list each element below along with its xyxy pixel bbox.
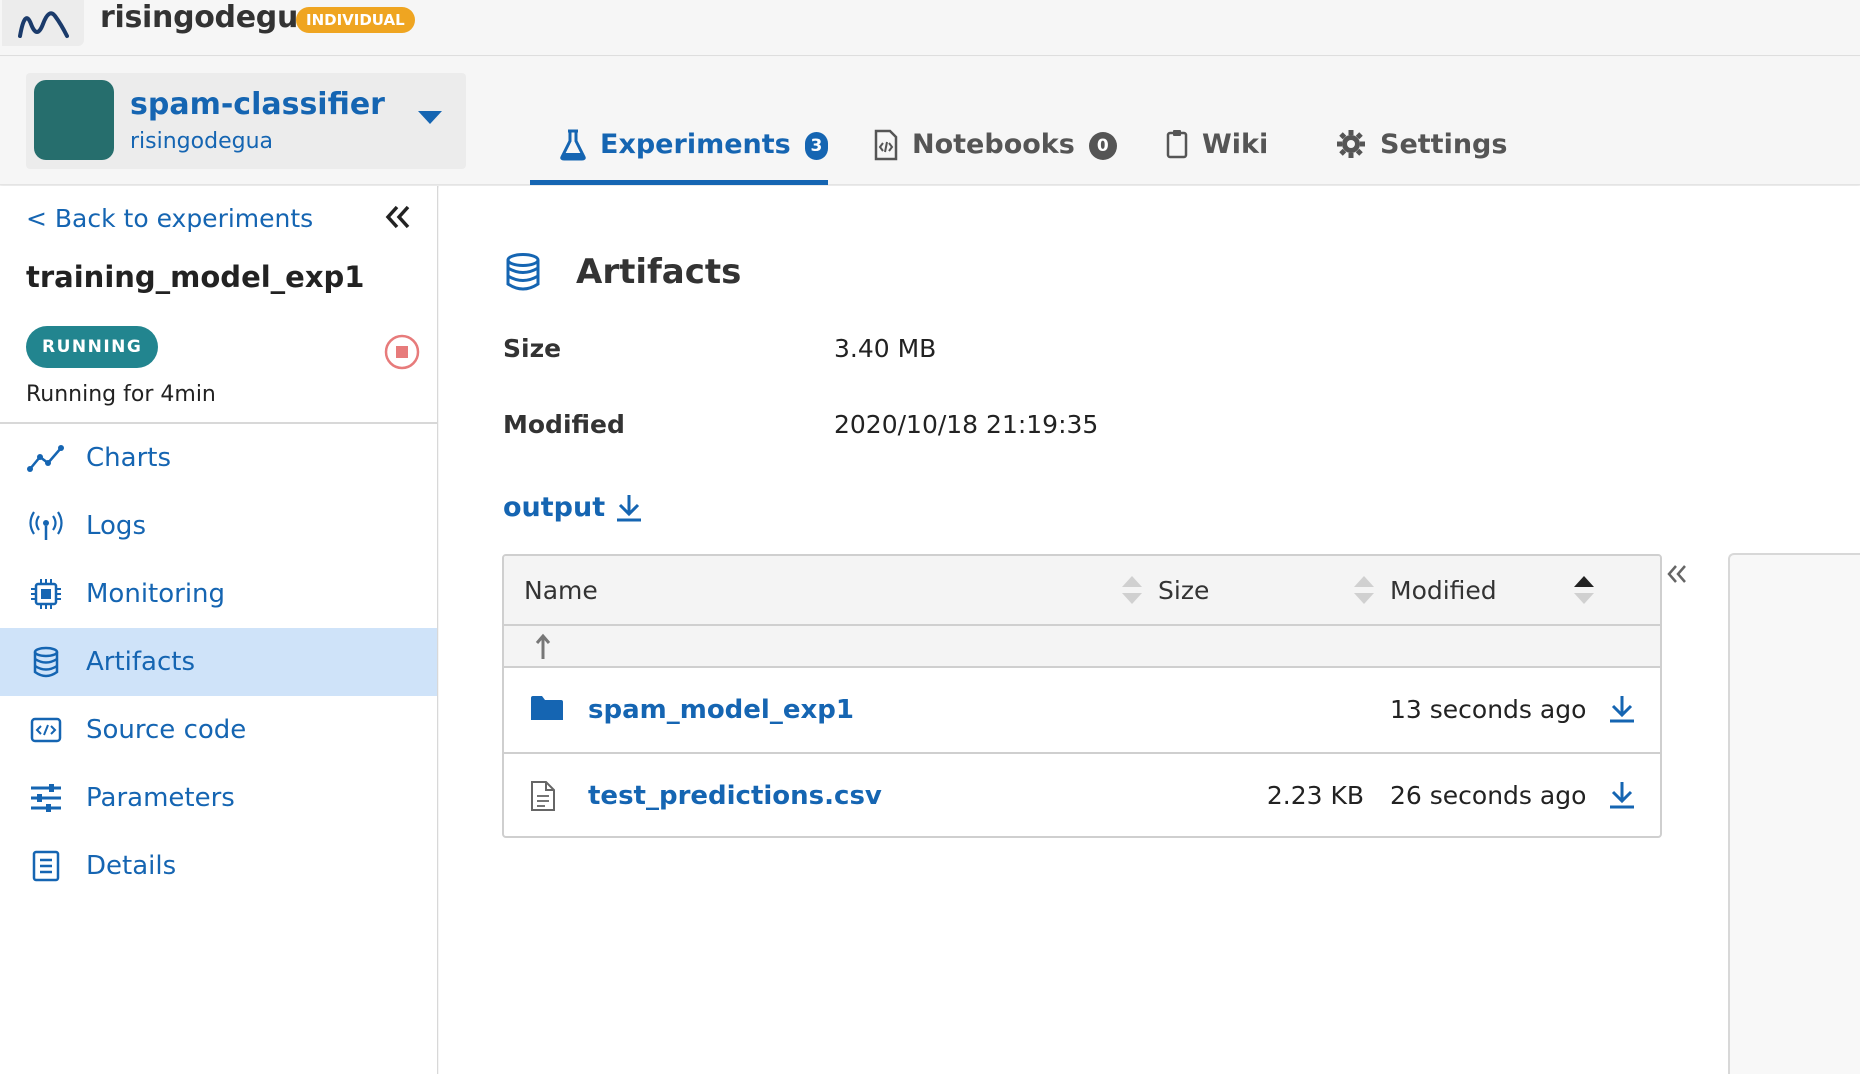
chart-line-icon — [26, 443, 66, 473]
tab-label: Experiments — [600, 129, 791, 160]
modified-value: 2020/10/18 21:19:35 — [834, 410, 1099, 439]
table-row[interactable]: spam_model_exp1 13 seconds ago — [504, 668, 1660, 754]
page-title: Artifacts — [576, 252, 742, 292]
gear-icon — [1336, 129, 1366, 159]
file-name-link[interactable]: test_predictions.csv — [588, 754, 882, 836]
parent-directory-row[interactable] — [504, 626, 1660, 668]
tab-experiments[interactable]: Experiments 3 — [530, 117, 828, 185]
count-badge: 0 — [1088, 132, 1117, 160]
sidebar-item-label: Parameters — [86, 783, 235, 813]
experiment-name: training_model_exp1 — [26, 260, 365, 294]
size-label: Size — [503, 334, 562, 363]
running-duration: Running for 4min — [26, 382, 216, 407]
project-owner: risingodegua — [130, 129, 273, 154]
sort-icon[interactable] — [1354, 576, 1374, 606]
file-modified: 13 seconds ago — [1390, 695, 1587, 724]
count-badge: 3 — [804, 132, 828, 160]
column-header-modified[interactable]: Modified — [1390, 556, 1497, 626]
list-doc-icon — [26, 850, 66, 882]
experiment-sidebar: < Back to experiments training_model_exp… — [0, 186, 438, 1074]
column-header-size[interactable]: Size — [1158, 556, 1209, 626]
artifacts-panel: Artifacts Size 3.40 MB Modified 2020/10/… — [439, 186, 1695, 1074]
tab-settings[interactable]: Settings — [1336, 117, 1507, 185]
download-icon[interactable] — [1608, 694, 1636, 728]
chevron-down-icon — [418, 111, 442, 124]
sidebar-item-monitoring[interactable]: Monitoring — [0, 560, 437, 628]
back-to-experiments-link[interactable]: < Back to experiments — [26, 204, 313, 233]
project-switcher[interactable]: spam-classifier risingodegua — [26, 73, 466, 169]
broadcast-icon — [26, 510, 66, 542]
level-up-icon — [535, 633, 551, 659]
expand-preview-icon[interactable] — [1666, 564, 1688, 588]
sidebar-item-source-code[interactable]: Source code — [0, 696, 437, 764]
project-name: spam-classifier — [130, 87, 385, 122]
status-badge: RUNNING — [26, 326, 159, 368]
folder-name-link[interactable]: spam_model_exp1 — [588, 668, 854, 752]
file-modified: 26 seconds ago — [1390, 781, 1587, 810]
sidebar-item-label: Monitoring — [86, 579, 226, 609]
sort-icon[interactable] — [1122, 576, 1142, 606]
project-avatar — [34, 80, 114, 160]
tab-label: Notebooks — [912, 129, 1075, 160]
tab-label: Settings — [1380, 129, 1508, 160]
collapse-sidebar-icon[interactable] — [384, 204, 412, 234]
sidebar-item-parameters[interactable]: Parameters — [0, 764, 437, 832]
file-icon — [530, 780, 556, 816]
code-icon — [26, 717, 66, 743]
sort-ascending-icon[interactable] — [1574, 576, 1594, 606]
sidebar-item-artifacts[interactable]: Artifacts — [0, 628, 437, 696]
sidebar-item-logs[interactable]: Logs — [0, 492, 437, 560]
sidebar-item-label: Charts — [86, 443, 171, 473]
org-name[interactable]: risingodegua — [100, 0, 318, 36]
sidebar-item-label: Source code — [86, 715, 247, 745]
flask-icon — [560, 129, 586, 161]
size-value: 3.40 MB — [834, 334, 937, 363]
download-icon[interactable] — [615, 493, 643, 523]
notebook-icon — [874, 129, 898, 161]
cpu-chip-icon — [26, 578, 66, 610]
database-icon — [505, 252, 541, 296]
output-folder-label: output — [503, 492, 606, 523]
download-icon[interactable] — [1608, 780, 1636, 814]
sidebar-item-charts[interactable]: Charts — [0, 424, 437, 492]
plan-badge: INDIVIDUAL — [296, 7, 415, 33]
table-row[interactable]: test_predictions.csv 2.23 KB 26 seconds … — [504, 754, 1660, 836]
project-bar: spam-classifier risingodegua Experiments… — [0, 57, 1860, 185]
wave-logo-icon — [18, 11, 69, 38]
output-folder-link[interactable]: output — [503, 492, 643, 523]
top-header: risingodegua INDIVIDUAL — [0, 0, 1860, 56]
sliders-icon — [26, 783, 66, 813]
file-size: 2.23 KB — [1266, 781, 1364, 810]
artifacts-table: Name Size Modified spam_model_exp1 13 se… — [502, 554, 1662, 838]
stop-experiment-icon[interactable] — [384, 334, 420, 374]
sidebar-item-label: Details — [86, 851, 177, 881]
tab-notebooks[interactable]: Notebooks 0 — [874, 117, 1117, 185]
app-logo[interactable] — [2, 0, 84, 46]
clipboard-icon — [1166, 129, 1188, 159]
sidebar-nav: Charts Logs Monitoring Artifacts Source … — [0, 424, 437, 900]
sidebar-item-label: Artifacts — [86, 647, 196, 677]
folder-icon — [530, 694, 564, 726]
tab-label: Wiki — [1202, 129, 1269, 160]
sidebar-item-label: Logs — [86, 511, 146, 541]
file-preview-panel — [1728, 553, 1860, 1074]
tab-wiki[interactable]: Wiki — [1166, 117, 1268, 185]
table-header: Name Size Modified — [504, 556, 1660, 626]
column-header-name[interactable]: Name — [524, 556, 598, 626]
database-icon — [26, 646, 66, 678]
sidebar-item-details[interactable]: Details — [0, 832, 437, 900]
modified-label: Modified — [503, 410, 625, 439]
